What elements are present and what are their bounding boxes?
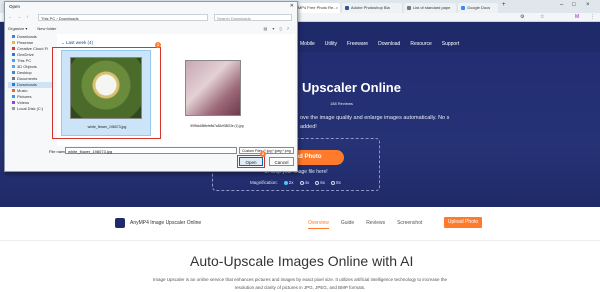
folder-icon [12, 35, 15, 39]
product-subnav [0, 207, 600, 241]
file-item[interactable]: 59f9dc65f6efe8d7a82ef38f23e (1).jpg [177, 50, 267, 136]
computer-icon [12, 59, 15, 63]
radio-icon [331, 180, 336, 185]
filename-input[interactable]: white_flower_198073.jpg [65, 147, 237, 154]
cloud-icon [12, 47, 15, 51]
extensions-icon[interactable]: ⚙ [520, 14, 524, 20]
section-description: Image Upscaler is an online service that… [153, 277, 447, 290]
product-tabs: Overview Guide Reviews Screenshot [308, 220, 422, 229]
open-file-dialog: Open ✕ ← → ↑ This PC › Downloads Search … [4, 1, 298, 172]
magnification-label: Magnification: [250, 180, 278, 185]
tab-favicon-icon [461, 5, 465, 10]
site-menu: Mobile Utility Freeware Download Resourc… [300, 41, 459, 47]
magnification-option[interactable]: 2x [283, 180, 294, 185]
menu-item[interactable]: Resource [410, 41, 431, 47]
section-title: Auto-Upscale Images Online with AI [190, 253, 414, 269]
path-breadcrumb[interactable]: This PC › Downloads [38, 14, 208, 21]
tab-label: List of standard pape [413, 5, 451, 10]
tab-guide[interactable]: Guide [341, 220, 354, 229]
filetype-select[interactable]: Custom Files (*.jpg;*.jpeg;*.png [239, 147, 294, 154]
file-name: 59f9dc65f6efe8d7a82ef38f23e (1).jpg [190, 124, 244, 128]
step-badge: 1 [155, 42, 161, 48]
new-tab-icon[interactable]: + [502, 2, 506, 8]
magnification-options: Magnification: 2x 4x 6x 8x [250, 180, 341, 185]
product-name: AnyMP4 Image Upscaler Online [130, 220, 202, 226]
download-folder-icon [12, 83, 15, 87]
tab-label: Google Docs [467, 5, 491, 10]
magnification-option[interactable]: 8x [331, 180, 341, 185]
magnification-option[interactable]: 4x [299, 180, 309, 185]
back-forward-icon[interactable]: ← → ↑ [8, 14, 30, 19]
magnification-option[interactable]: 6x [315, 180, 325, 185]
nav-item[interactable]: Local Disk (C:) [8, 106, 53, 112]
folder-icon [12, 77, 15, 81]
tab-reviews[interactable]: Reviews [366, 220, 385, 229]
hero-title: Upscaler Online [302, 80, 401, 95]
folder-icon [12, 41, 15, 45]
radio-selected-icon [283, 180, 288, 185]
reviews-count: 188 Reviews [330, 101, 353, 106]
tab-close-icon[interactable]: × [336, 5, 338, 10]
menu-item[interactable]: Download [378, 41, 400, 47]
new-folder-button[interactable]: New folder [37, 26, 56, 31]
window-close-icon[interactable]: × [586, 2, 590, 8]
dialog-title: Open [9, 4, 21, 9]
browser-tab[interactable]: Adobe Photoshop Bla [342, 3, 402, 13]
menu-item[interactable]: Mobile [300, 41, 315, 47]
cancel-button[interactable]: Cancel [269, 157, 294, 166]
folder-icon [12, 65, 15, 69]
tab-screenshot[interactable]: Screenshot [397, 220, 422, 229]
maximize-icon[interactable]: □ [572, 2, 576, 8]
tab-overview[interactable]: Overview [308, 220, 329, 229]
menu-item[interactable]: Freeware [347, 41, 368, 47]
browser-tab[interactable]: List of standard pape [404, 3, 456, 13]
group-header[interactable]: ⌄ Last week (4) [61, 40, 93, 46]
browser-tab[interactable]: Google Docs [458, 3, 498, 13]
view-options-icon[interactable]: ▤ ▾ ▯ ? [263, 26, 291, 31]
menu-item[interactable]: Utility [325, 41, 337, 47]
radio-icon [315, 180, 320, 185]
file-thumbnail [185, 60, 241, 116]
dialog-path-bar: ← → ↑ This PC › Downloads Search Downloa… [8, 14, 294, 21]
minimize-icon[interactable]: – [560, 2, 563, 8]
pictures-icon [12, 95, 15, 99]
product-logo-icon [115, 218, 125, 228]
menu-item[interactable]: Support [442, 41, 460, 47]
tab-favicon-icon [345, 5, 349, 10]
hero-description: ove the image quality and enlarge images… [300, 115, 450, 130]
disk-icon [12, 107, 15, 111]
tab-favicon-icon [407, 5, 411, 10]
videos-icon [12, 101, 15, 105]
music-icon [12, 89, 15, 93]
profile-avatar[interactable]: M [575, 14, 579, 20]
tab-label: Adobe Photoshop Bla [351, 5, 390, 10]
radio-icon [299, 180, 304, 185]
menu-icon[interactable]: ⋮ [590, 14, 595, 20]
cloud-icon [12, 53, 15, 57]
bookmark-icon[interactable]: ☆ [540, 14, 544, 20]
subnav-upload-button[interactable]: Upload Photo [444, 217, 482, 228]
dialog-toolbar: Organize ▾ New folder [8, 26, 56, 31]
folder-icon [12, 71, 15, 75]
step-badge: 2 [260, 151, 266, 157]
navigation-pane: Downloads Pixsense Creative Cloud Fi One… [8, 34, 53, 152]
dialog-close-icon[interactable]: ✕ [290, 3, 294, 9]
search-input[interactable]: Search Downloads [214, 14, 292, 21]
highlight-box [52, 47, 161, 139]
organize-button[interactable]: Organize ▾ [8, 26, 27, 31]
highlight-box [237, 155, 265, 168]
